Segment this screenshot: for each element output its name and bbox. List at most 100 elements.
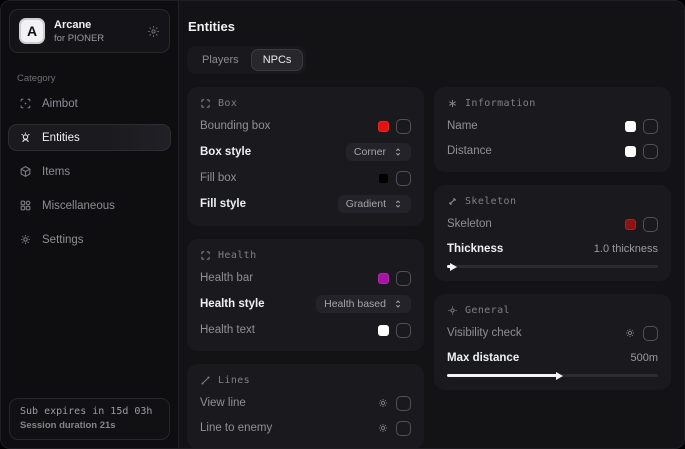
thickness-slider[interactable] bbox=[447, 265, 658, 268]
card-lines: Lines View line Line to enemy bbox=[187, 364, 424, 449]
row-label: Box style bbox=[200, 146, 251, 158]
gear-icon[interactable] bbox=[377, 422, 389, 434]
sidebar-item-settings[interactable]: Settings bbox=[8, 226, 171, 253]
checkbox[interactable] bbox=[643, 119, 658, 134]
color-swatch[interactable] bbox=[378, 173, 389, 184]
bone-icon bbox=[447, 196, 458, 207]
unfold-icon bbox=[393, 147, 403, 157]
color-swatch[interactable] bbox=[625, 146, 636, 157]
checkbox[interactable] bbox=[643, 326, 658, 341]
checkbox[interactable] bbox=[396, 421, 411, 436]
app-window: A Arcane for PIONER Category Aimbot Enti… bbox=[0, 0, 685, 449]
row-visibility-check: Visibility check bbox=[447, 325, 658, 341]
corner-brackets-icon bbox=[200, 98, 211, 109]
row-name: Name bbox=[447, 118, 658, 134]
card-title: Box bbox=[218, 98, 237, 109]
checkbox[interactable] bbox=[396, 119, 411, 134]
app-subtitle: for PIONER bbox=[54, 33, 104, 44]
card-title: Health bbox=[218, 250, 257, 261]
unfold-icon bbox=[393, 299, 403, 309]
row-fill-box: Fill box bbox=[200, 170, 411, 186]
sidebar: A Arcane for PIONER Category Aimbot Enti… bbox=[1, 1, 179, 448]
card-title: General bbox=[465, 305, 510, 316]
card-general-header: General bbox=[447, 305, 658, 316]
row-health-text: Health text bbox=[200, 322, 411, 338]
slider-handle[interactable] bbox=[556, 372, 563, 380]
tab-npcs[interactable]: NPCs bbox=[251, 49, 304, 71]
sidebar-item-label: Miscellaneous bbox=[42, 200, 115, 212]
sub-expiry-text: Sub expires in 15d 03h bbox=[20, 406, 159, 417]
app-logo: A bbox=[19, 18, 45, 44]
sidebar-item-label: Entities bbox=[42, 132, 80, 144]
row-label: Skeleton bbox=[447, 218, 492, 230]
card-box-header: Box bbox=[200, 98, 411, 109]
app-title: Arcane bbox=[54, 19, 104, 31]
row-label: Line to enemy bbox=[200, 422, 272, 434]
checkbox[interactable] bbox=[643, 217, 658, 232]
card-health: Health Health bar Health style Health ba… bbox=[187, 239, 424, 351]
row-box-style: Box style Corner bbox=[200, 143, 411, 161]
dropdown-value: Health based bbox=[324, 298, 386, 310]
sidebar-item-items[interactable]: Items bbox=[8, 158, 171, 185]
gear-icon[interactable] bbox=[624, 327, 636, 339]
box-style-dropdown[interactable]: Corner bbox=[346, 143, 411, 161]
line-icon bbox=[200, 375, 211, 386]
card-general: General Visibility check Max distance 50… bbox=[434, 294, 671, 390]
health-style-dropdown[interactable]: Health based bbox=[316, 295, 411, 313]
asterisk-icon bbox=[447, 98, 458, 109]
row-view-line: View line bbox=[200, 395, 411, 411]
row-skeleton: Skeleton bbox=[447, 216, 658, 232]
sidebar-item-label: Aimbot bbox=[42, 98, 78, 110]
row-label: Distance bbox=[447, 145, 492, 157]
row-label: Max distance bbox=[447, 352, 519, 364]
puzzle-icon bbox=[19, 199, 32, 212]
row-label: Bounding box bbox=[200, 120, 270, 132]
fill-style-dropdown[interactable]: Gradient bbox=[338, 195, 411, 213]
max-distance-slider[interactable] bbox=[447, 374, 658, 377]
thickness-value: 1.0 thickness bbox=[594, 243, 658, 255]
sidebar-item-aimbot[interactable]: Aimbot bbox=[8, 90, 171, 117]
row-label: View line bbox=[200, 397, 246, 409]
checkbox[interactable] bbox=[643, 144, 658, 159]
scan-icon bbox=[19, 97, 32, 110]
row-bounding-box: Bounding box bbox=[200, 118, 411, 134]
color-swatch[interactable] bbox=[378, 273, 389, 284]
card-lines-header: Lines bbox=[200, 375, 411, 386]
category-label: Category bbox=[17, 73, 178, 84]
checkbox[interactable] bbox=[396, 171, 411, 186]
card-skeleton: Skeleton Skeleton Thickness 1.0 thicknes… bbox=[434, 185, 671, 281]
card-box: Box Bounding box Box style Corner bbox=[187, 87, 424, 226]
checkbox[interactable] bbox=[396, 323, 411, 338]
row-label: Health text bbox=[200, 324, 255, 336]
row-label: Name bbox=[447, 120, 478, 132]
main-panel: Entities Players NPCs Box Bounding box bbox=[179, 1, 684, 448]
card-skeleton-header: Skeleton bbox=[447, 196, 658, 207]
card-information: Information Name Distance bbox=[434, 87, 671, 172]
card-title: Skeleton bbox=[465, 196, 516, 207]
gear-icon[interactable] bbox=[377, 397, 389, 409]
row-label: Visibility check bbox=[447, 327, 522, 339]
color-swatch[interactable] bbox=[378, 325, 389, 336]
slider-handle[interactable] bbox=[450, 263, 457, 271]
row-max-distance: Max distance 500m bbox=[447, 350, 658, 366]
sidebar-item-label: Items bbox=[42, 166, 70, 178]
subscription-card: Sub expires in 15d 03h Session duration … bbox=[9, 398, 170, 440]
sidebar-item-label: Settings bbox=[42, 234, 84, 246]
color-swatch[interactable] bbox=[378, 121, 389, 132]
row-fill-style: Fill style Gradient bbox=[200, 195, 411, 213]
row-label: Fill style bbox=[200, 198, 246, 210]
color-swatch[interactable] bbox=[625, 219, 636, 230]
card-title: Lines bbox=[218, 375, 250, 386]
color-swatch[interactable] bbox=[625, 121, 636, 132]
sidebar-item-miscellaneous[interactable]: Miscellaneous bbox=[8, 192, 171, 219]
gear-icon[interactable] bbox=[147, 25, 160, 38]
row-health-style: Health style Health based bbox=[200, 295, 411, 313]
checkbox[interactable] bbox=[396, 396, 411, 411]
row-label: Thickness bbox=[447, 243, 503, 255]
tab-players[interactable]: Players bbox=[190, 49, 251, 71]
logo-card: A Arcane for PIONER bbox=[9, 9, 170, 53]
checkbox[interactable] bbox=[396, 271, 411, 286]
brightness-icon bbox=[447, 305, 458, 316]
row-health-bar: Health bar bbox=[200, 270, 411, 286]
sidebar-item-entities[interactable]: Entities bbox=[8, 124, 171, 151]
